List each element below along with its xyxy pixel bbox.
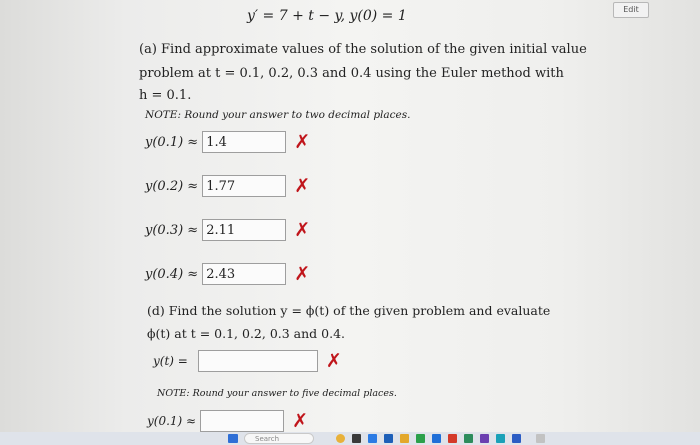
edit-button[interactable]: Edit: [613, 2, 649, 18]
homework-page: Edit y′ = 7 + t − y, y(0) = 1 (a) Find a…: [0, 0, 700, 445]
answer-label-y04: y(0.4) ≈: [145, 266, 199, 282]
taskbar-app-icon[interactable]: [464, 434, 473, 443]
answer-row-y01: y(0.1) ≈ 1.4 ✗: [145, 129, 310, 155]
taskbar-app-icon[interactable]: [496, 434, 505, 443]
incorrect-x-icon: ✗: [292, 410, 309, 432]
incorrect-x-icon: ✗: [294, 219, 311, 241]
taskbar-app-icon[interactable]: [448, 434, 457, 443]
answer-label-y02: y(0.2) ≈: [145, 178, 199, 194]
taskbar-app-icon[interactable]: [384, 434, 393, 443]
file-explorer-icon[interactable]: [400, 434, 409, 443]
answer-input-y02[interactable]: 1.77: [202, 175, 287, 197]
answer-label-y01: y(0.1) ≈: [145, 134, 199, 150]
phi-answer-row-01: y(0.1) ≈ ✗: [147, 408, 308, 434]
answer-row-y02: y(0.2) ≈ 1.77 ✗: [145, 173, 310, 199]
phi-label: y(t) =: [153, 354, 188, 368]
phi-answer-label-01: y(0.1) ≈: [147, 414, 197, 428]
answer-input-y03[interactable]: 2.11: [202, 219, 287, 241]
answer-row-y03: y(0.3) ≈ 2.11 ✗: [145, 217, 310, 243]
answer-row-y04: y(0.4) ≈ 2.43 ✗: [145, 261, 310, 287]
answer-input-y01[interactable]: 1.4: [202, 131, 287, 153]
part-d-line-1: (d) Find the solution y = ϕ(t) of the gi…: [147, 303, 551, 318]
phi-input[interactable]: [197, 350, 318, 372]
part-d-line-2: ϕ(t) at t = 0.1, 0.2, 0.3 and 0.4.: [147, 326, 345, 341]
taskbar-app-icon[interactable]: [368, 434, 377, 443]
part-a-line-1: (a) Find approximate values of the solut…: [139, 42, 587, 57]
taskbar-search-box[interactable]: Search: [244, 433, 314, 444]
part-a-line-3: h = 0.1.: [139, 88, 192, 103]
initial-value-problem: y′ = 7 + t − y, y(0) = 1: [247, 8, 407, 24]
answer-label-y03: y(0.3) ≈: [145, 222, 199, 238]
windows-start-icon[interactable]: [228, 434, 238, 443]
incorrect-x-icon: ✗: [294, 263, 311, 285]
taskbar-app-icon[interactable]: [536, 434, 545, 443]
taskbar-app-icon[interactable]: [512, 434, 521, 443]
taskbar-app-icon[interactable]: [432, 434, 441, 443]
part-a-line-2: problem at t = 0.1, 0.2, 0.3 and 0.4 usi…: [139, 66, 564, 81]
incorrect-x-icon: ✗: [325, 350, 342, 372]
taskbar-app-icon[interactable]: [416, 434, 425, 443]
phi-answer-input-01[interactable]: [200, 410, 285, 432]
incorrect-x-icon: ✗: [294, 175, 311, 197]
taskbar-app-icon[interactable]: [480, 434, 489, 443]
part-d-rounding-note: NOTE: Round your answer to five decimal …: [157, 388, 397, 399]
os-taskbar: [0, 432, 700, 445]
answer-input-y04[interactable]: 2.43: [202, 263, 287, 285]
phi-row: y(t) = ✗: [153, 348, 342, 374]
chrome-icon[interactable]: [336, 434, 345, 443]
taskbar-app-icon[interactable]: [352, 434, 361, 443]
incorrect-x-icon: ✗: [294, 131, 311, 153]
part-a-rounding-note: NOTE: Round your answer to two decimal p…: [145, 109, 411, 121]
